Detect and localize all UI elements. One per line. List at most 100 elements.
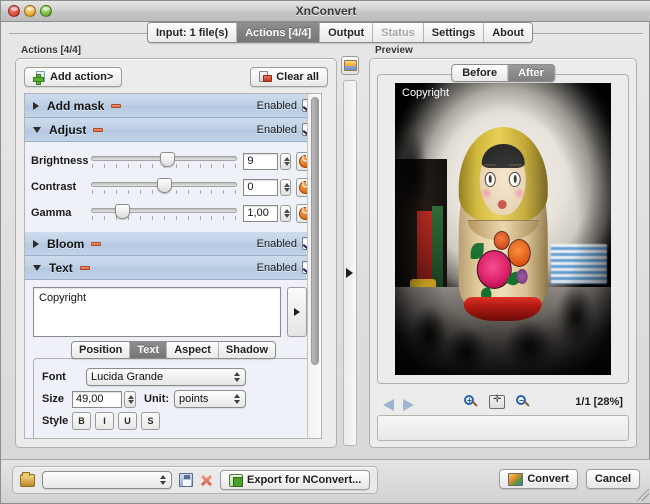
bottom-bar: Export for NConvert... Convert Cancel	[1, 459, 650, 503]
action-row-bloom[interactable]: Bloom Enabled	[25, 232, 321, 256]
chevron-down-icon[interactable]	[33, 127, 41, 133]
chevron-right-icon[interactable]	[33, 102, 39, 110]
chevron-updown-icon	[158, 473, 167, 487]
text-subtabs: Position Text Aspect Shadow	[71, 341, 276, 359]
contrast-value[interactable]: 0	[243, 179, 277, 196]
size-value[interactable]: 49,00	[72, 391, 122, 408]
preview-watermark-text: Copyright	[402, 87, 449, 99]
window-title: XnConvert	[1, 4, 650, 18]
title-bar: XnConvert	[1, 1, 650, 22]
export-nconvert-button[interactable]: Export for NConvert...	[220, 470, 370, 490]
actions-scrollbar[interactable]	[307, 94, 321, 438]
convert-button[interactable]: Convert	[499, 469, 578, 489]
font-value: Lucida Grande	[91, 371, 163, 383]
actions-list: Add mask Enabled Adjust Enabled	[24, 93, 322, 439]
close-button[interactable]	[8, 5, 20, 17]
cancel-button[interactable]: Cancel	[586, 469, 640, 489]
tab-actions[interactable]: Actions [4/4]	[237, 23, 320, 42]
open-folder-icon[interactable]	[20, 474, 35, 487]
chevron-down-icon[interactable]	[33, 265, 41, 271]
preview-thumbnail-strip[interactable]	[377, 415, 629, 441]
underline-button[interactable]: U	[118, 412, 137, 430]
delete-icon[interactable]	[200, 474, 213, 487]
zoom-out-icon[interactable]: −	[516, 395, 530, 409]
minimize-button[interactable]	[24, 5, 36, 17]
splitter-expand-icon[interactable]	[346, 268, 353, 278]
enabled-label: Enabled	[257, 262, 297, 274]
action-buttons: Convert Cancel	[499, 469, 640, 489]
previous-image-icon[interactable]	[383, 396, 396, 409]
remove-action-button[interactable]	[91, 242, 101, 246]
text-content-input[interactable]: Copyright	[33, 287, 281, 337]
action-title: Bloom	[47, 237, 84, 251]
gamma-stepper[interactable]	[280, 205, 292, 222]
remove-action-button[interactable]	[111, 104, 121, 108]
action-row-adjust[interactable]: Adjust Enabled	[25, 118, 321, 142]
resize-grip[interactable]	[637, 489, 649, 501]
clear-all-button[interactable]: Clear all	[250, 67, 328, 87]
subtab-text[interactable]: Text	[130, 342, 167, 358]
remove-action-button[interactable]	[80, 266, 90, 270]
convert-icon	[508, 473, 523, 486]
preview-image[interactable]: Copyright	[395, 83, 611, 375]
gamma-slider[interactable]	[91, 203, 237, 223]
unit-select[interactable]: points	[174, 390, 246, 408]
italic-button[interactable]: I	[95, 412, 114, 430]
subtab-shadow[interactable]: Shadow	[219, 342, 275, 358]
subtab-position[interactable]: Position	[72, 342, 130, 358]
action-row-text[interactable]: Text Enabled	[25, 256, 321, 280]
contrast-stepper[interactable]	[280, 179, 292, 196]
action-title: Text	[49, 261, 73, 275]
text-settings-box: Font Lucida Grande Size 49,00 Unit:	[33, 358, 313, 439]
preview-toolbar: + − 1/1 [28%]	[377, 391, 629, 413]
zoom-in-icon[interactable]: +	[464, 395, 478, 409]
action-row-add-mask[interactable]: Add mask Enabled	[25, 94, 321, 118]
tab-settings[interactable]: Settings	[424, 23, 484, 42]
subtab-aspect[interactable]: Aspect	[167, 342, 219, 358]
remove-action-button[interactable]	[93, 128, 103, 132]
unit-label: Unit:	[144, 393, 169, 405]
next-image-icon[interactable]	[401, 396, 414, 409]
tab-about[interactable]: About	[484, 23, 532, 42]
fit-to-window-icon[interactable]	[489, 395, 505, 409]
contrast-slider[interactable]	[91, 177, 237, 197]
tab-input[interactable]: Input: 1 file(s)	[148, 23, 237, 42]
font-select[interactable]: Lucida Grande	[86, 368, 246, 386]
zoom-button[interactable]	[40, 5, 52, 17]
enabled-label: Enabled	[257, 100, 297, 112]
bold-button[interactable]: B	[72, 412, 91, 430]
save-icon[interactable]	[179, 473, 193, 487]
action-title: Add mask	[47, 99, 104, 113]
brightness-slider[interactable]	[91, 151, 237, 171]
size-stepper[interactable]	[124, 391, 136, 408]
preset-select[interactable]	[42, 471, 172, 489]
actions-scrollbar-thumb[interactable]	[311, 97, 319, 365]
add-action-button[interactable]: Add action>	[24, 67, 122, 87]
xnconvert-window: XnConvert Input: 1 file(s) Actions [4/4]…	[0, 0, 650, 504]
chevron-right-icon[interactable]	[33, 240, 39, 248]
slider-row-brightness: Brightness 9	[25, 148, 321, 174]
before-tab[interactable]: Before	[452, 65, 508, 81]
text-expand-button[interactable]	[287, 287, 307, 337]
thumbnail-toggle-button[interactable]	[341, 56, 359, 75]
enabled-label: Enabled	[257, 124, 297, 136]
tab-output[interactable]: Output	[320, 23, 373, 42]
brightness-value[interactable]: 9	[243, 153, 277, 170]
window-controls	[1, 5, 52, 17]
actions-group-label: Actions [4/4]	[21, 45, 81, 56]
export-label: Export for NConvert...	[247, 474, 361, 486]
before-after-tabs: Before After	[451, 64, 555, 82]
convert-label: Convert	[527, 473, 569, 485]
preview-panel: Before After	[369, 58, 637, 448]
panel-splitter[interactable]	[341, 54, 359, 446]
brightness-label: Brightness	[31, 155, 91, 167]
splitter-track[interactable]	[343, 80, 357, 446]
preview-viewport: Copyright	[377, 74, 629, 384]
main-content: Actions [4/4] Add action> Clear all Add …	[1, 44, 650, 461]
after-tab[interactable]: After	[508, 65, 554, 81]
brightness-stepper[interactable]	[280, 153, 292, 170]
preset-toolbar: Export for NConvert...	[12, 466, 378, 494]
main-tabs: Input: 1 file(s) Actions [4/4] Output St…	[147, 22, 533, 43]
gamma-value[interactable]: 1,00	[243, 205, 277, 222]
strikethrough-button[interactable]: S	[141, 412, 160, 430]
